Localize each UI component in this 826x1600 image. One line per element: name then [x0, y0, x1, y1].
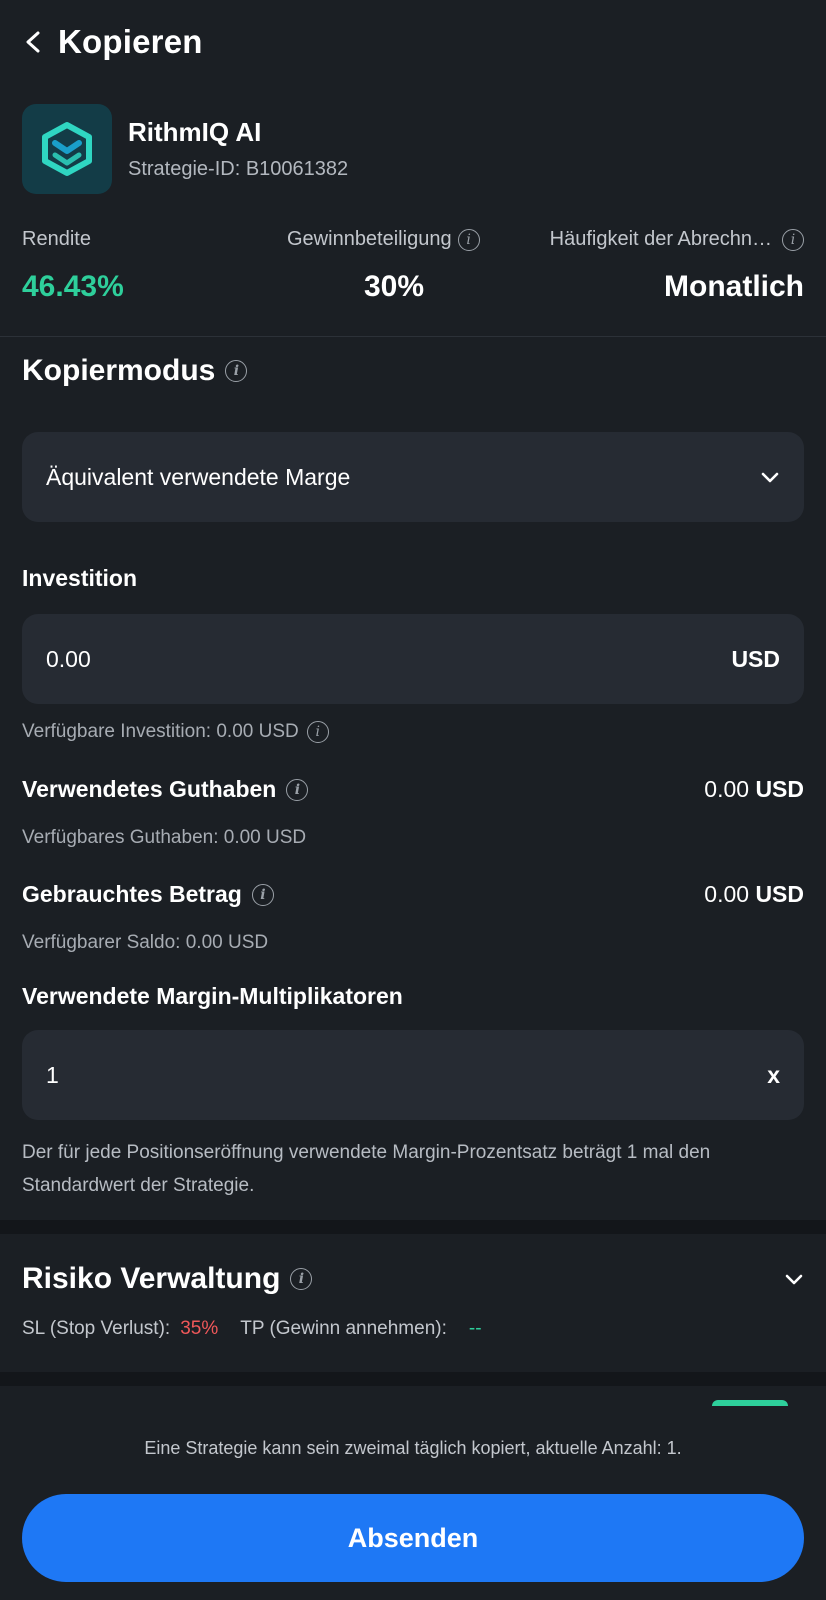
copy-mode-title: Kopiermodus	[22, 354, 216, 387]
info-icon[interactable]: i	[782, 228, 804, 251]
used-amount-unit: USD	[755, 881, 804, 907]
profit-share-label: Gewinnbeteiligung	[287, 228, 452, 250]
used-balance-amount: 0.00	[704, 776, 750, 802]
investment-input[interactable]: 0.00 USD	[22, 614, 804, 704]
available-investment: Verfügbare Investition: 0.00 USD	[22, 721, 299, 742]
header: Kopieren	[22, 18, 203, 66]
risk-summary: SL (Stop Verlust): 35% TP (Gewinn annehmen…	[22, 1318, 482, 1340]
used-balance-label: Verwendetes Guthaben	[22, 776, 277, 802]
strategy-name: RithmIQ AI	[128, 117, 262, 147]
available-balance-row: Verfügbares Guthaben: 0.00 USD	[22, 827, 306, 849]
risk-management-title: Risiko Verwaltung	[22, 1262, 281, 1295]
investment-label: Investition	[22, 565, 138, 591]
take-profit-label: TP (Gewinn annehmen):	[240, 1318, 447, 1339]
available-investment-row: Verfügbare Investition: 0.00 USD i	[22, 721, 329, 743]
take-profit-value: --	[468, 1318, 482, 1339]
copy-limit-note: Eine Strategie kann sein zweimal täglich…	[144, 1438, 682, 1458]
settlement-frequency-label: Häufigkeit der Abrechn…	[549, 228, 772, 250]
used-amount-label-row: Gebrauchtes Betrag i	[22, 881, 274, 908]
used-amount-value: 0.00 USD	[704, 881, 804, 908]
margin-multiplier-label-row: Verwendete Margin-Multiplikatoren	[22, 983, 403, 1010]
margin-multiplier-description: Der für jede Positionseröffnung verwende…	[22, 1142, 711, 1196]
info-icon[interactable]: i	[251, 883, 274, 906]
submit-button[interactable]: Absenden	[22, 1494, 804, 1582]
section-separator	[0, 1372, 826, 1386]
available-balance: Verfügbares Guthaben: 0.00 USD	[22, 827, 307, 848]
used-balance-unit: USD	[755, 776, 804, 802]
profit-share-value: 30%	[364, 270, 425, 303]
info-icon[interactable]: i	[286, 778, 309, 801]
used-balance-value: 0.00 USD	[704, 776, 804, 803]
margin-multiplier-value: 1	[46, 1061, 59, 1088]
available-saldo: Verfügbarer Saldo: 0.00 USD	[22, 932, 269, 953]
info-icon[interactable]: i	[457, 228, 480, 251]
risk-management-header[interactable]: Risiko Verwaltung i	[22, 1262, 804, 1296]
used-amount-label: Gebrauchtes Betrag	[22, 881, 242, 907]
investment-value: 0.00	[46, 645, 91, 672]
strategy-id: Strategie-ID: B10061382	[128, 158, 349, 180]
green-indicator	[712, 1400, 788, 1406]
stop-loss-label: SL (Stop Verlust):	[22, 1318, 171, 1339]
stop-loss-value: 35%	[180, 1318, 219, 1339]
divider	[0, 336, 826, 337]
investment-label-row: Investition	[22, 565, 137, 592]
strategy-header: RithmIQ AI Strategie-ID: B10061382	[22, 104, 348, 194]
available-saldo-row: Verfügbarer Saldo: 0.00 USD	[22, 932, 268, 954]
margin-multiplier-label: Verwendete Margin-Multiplikatoren	[22, 983, 403, 1009]
info-icon[interactable]: i	[290, 1268, 313, 1290]
copy-mode-select[interactable]: Äquivalent verwendete Marge	[22, 432, 804, 522]
margin-multiplier-unit: x	[767, 1061, 780, 1088]
section-separator	[0, 1220, 826, 1234]
info-icon[interactable]: i	[306, 721, 329, 743]
margin-multiplier-input[interactable]: 1 x	[22, 1030, 804, 1120]
copy-strategy-page: Kopieren RithmIQ AI Strategie-ID: B10061…	[0, 0, 826, 1600]
copy-mode-heading: Kopiermodus i	[22, 354, 248, 388]
used-amount-amount: 0.00	[704, 881, 750, 907]
chevron-down-icon[interactable]	[784, 1269, 804, 1289]
investment-unit: USD	[731, 645, 780, 672]
back-arrow-icon[interactable]	[22, 30, 46, 54]
used-balance-label-row: Verwendetes Guthaben i	[22, 776, 309, 803]
chevron-down-icon	[761, 472, 779, 483]
page-title: Kopieren	[58, 23, 203, 60]
return-label: Rendite	[22, 228, 91, 250]
return-value: 46.43%	[22, 270, 124, 303]
info-icon[interactable]: i	[225, 360, 248, 382]
settlement-frequency-value: Monatlich	[664, 270, 804, 303]
hexagon-logo-icon	[42, 122, 92, 176]
copy-mode-selected: Äquivalent verwendete Marge	[46, 463, 351, 490]
strategy-logo	[22, 104, 112, 194]
strategy-stats: Rendite Gewinnbeteiligung i Häufigkeit d…	[22, 224, 804, 318]
